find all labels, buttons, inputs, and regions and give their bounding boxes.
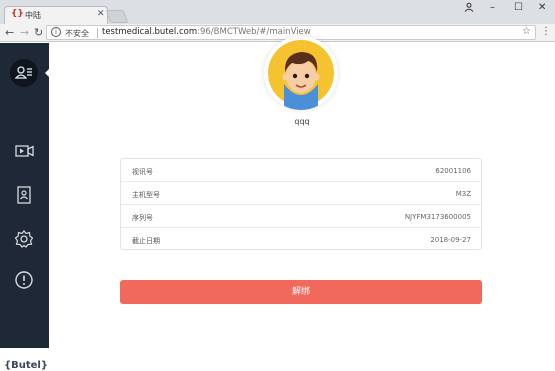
- avatar[interactable]: [264, 36, 338, 110]
- sidebar-item-video[interactable]: [10, 137, 38, 165]
- cartoon-avatar-image: [268, 40, 334, 110]
- brand-logo: {Butel}: [4, 360, 48, 371]
- sidebar-item-about[interactable]: [10, 266, 38, 294]
- maximize-icon[interactable]: ☐: [514, 2, 523, 13]
- info-label: 截止日期: [132, 237, 160, 245]
- info-value: 2018-09-27: [430, 236, 471, 244]
- browser-tab[interactable]: {} 中陆 ✕: [4, 6, 108, 24]
- info-value: M3Z: [455, 190, 471, 198]
- insecure-label: 不安全: [65, 29, 89, 38]
- url-host: testmedical.butel.com: [102, 27, 198, 37]
- info-value: 62001106: [435, 167, 471, 175]
- url-path: :96/BMCTWeb/#/mainView: [197, 27, 311, 37]
- sidebar: {Butel}: [0, 43, 49, 371]
- info-row-serial: 序列号 NJYFM3173600005: [121, 205, 481, 228]
- info-row-video-id: 视讯号 62001106: [121, 159, 481, 182]
- info-row-expiry: 截止日期 2018-09-27: [121, 228, 481, 251]
- minimize-icon[interactable]: –: [490, 2, 495, 13]
- unbind-button[interactable]: 解绑: [120, 280, 482, 304]
- new-tab-button[interactable]: [105, 10, 129, 23]
- info-icon[interactable]: i: [51, 27, 61, 37]
- close-window-icon[interactable]: ✕: [538, 2, 546, 13]
- video-icon: [15, 145, 34, 157]
- sidebar-item-contacts[interactable]: [10, 181, 38, 209]
- reload-icon[interactable]: ↻: [34, 26, 43, 39]
- contact-book-icon: [17, 186, 31, 204]
- active-indicator: [45, 68, 50, 78]
- back-icon[interactable]: ←: [5, 26, 14, 39]
- user-list-icon: [14, 66, 32, 79]
- url-text[interactable]: testmedical.butel.com:96/BMCTWeb/#/mainV…: [102, 27, 311, 37]
- info-label: 主机型号: [132, 191, 160, 199]
- forward-icon[interactable]: →: [20, 26, 29, 39]
- tab-favicon-icon: {}: [11, 9, 24, 19]
- browser-menu-icon[interactable]: ⋮: [541, 26, 551, 37]
- browser-titlebar: {} 中陆 ✕ – ☐ ✕: [0, 0, 555, 24]
- device-info-card: 视讯号 62001106 主机型号 M3Z 序列号 NJYFM317360000…: [120, 158, 482, 250]
- bookmark-star-icon[interactable]: ☆: [522, 26, 531, 37]
- browser-toolbar: ← → ↻ i 不安全 testmedical.butel.com:96/BMC…: [0, 24, 555, 42]
- url-divider: [97, 28, 98, 38]
- info-value: NJYFM3173600005: [404, 213, 471, 221]
- info-row-model: 主机型号 M3Z: [121, 182, 481, 205]
- info-label: 视讯号: [132, 168, 153, 176]
- username: qqq: [294, 117, 310, 126]
- tab-close-icon[interactable]: ✕: [97, 9, 105, 19]
- profile-icon[interactable]: [464, 2, 474, 15]
- info-label: 序列号: [132, 214, 153, 222]
- gear-icon: [14, 230, 34, 248]
- sidebar-item-settings[interactable]: [10, 225, 38, 253]
- tab-title: 中陆: [25, 11, 41, 20]
- exclamation-circle-icon: [15, 271, 33, 289]
- sidebar-item-profile[interactable]: [10, 59, 38, 87]
